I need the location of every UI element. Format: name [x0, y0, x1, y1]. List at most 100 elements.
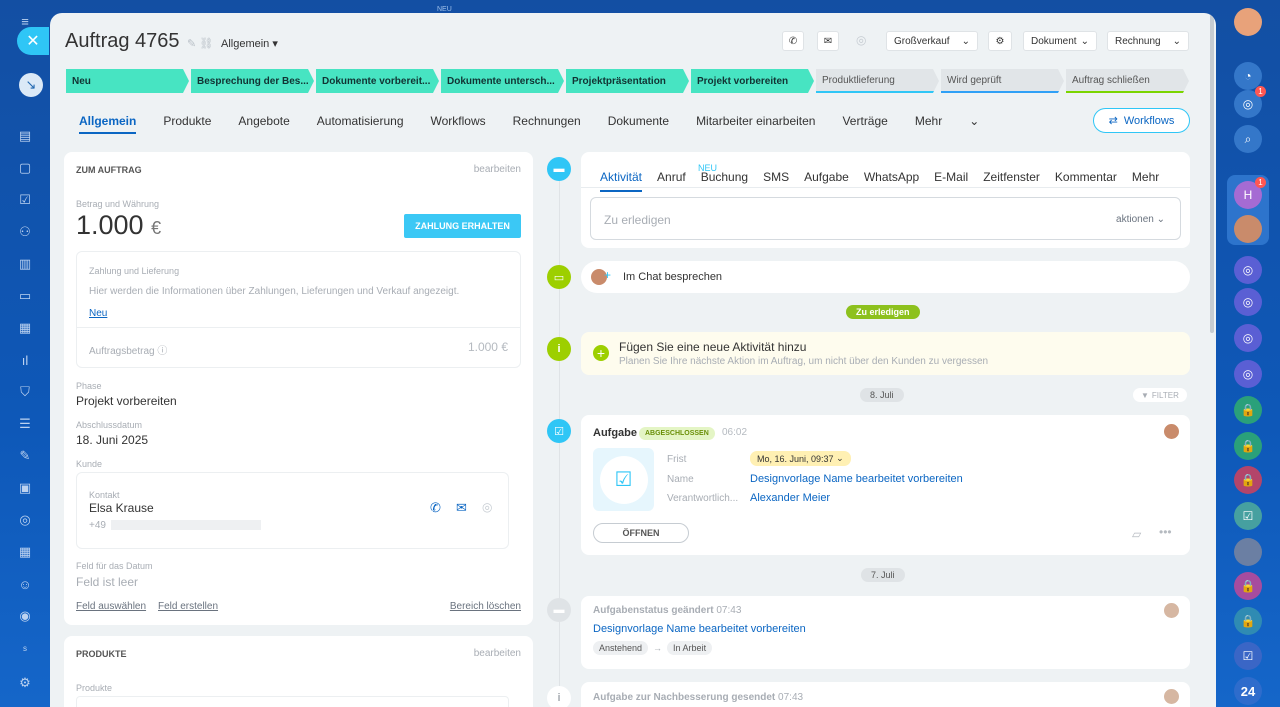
- contact-mail-icon[interactable]: ✉: [456, 500, 467, 516]
- activity-tab-buchung[interactable]: Buchung: [701, 170, 748, 192]
- lock-icon[interactable]: 🔒: [1234, 432, 1262, 460]
- check-icon[interactable]: ☑: [1234, 502, 1262, 530]
- pipeline-select[interactable]: Großverkauf ⌄: [886, 31, 978, 51]
- workflows-button[interactable]: ⇄ Workflows: [1093, 108, 1190, 133]
- phone-icon[interactable]: ✆: [782, 31, 804, 51]
- open-task-button[interactable]: ÖFFNEN: [593, 523, 689, 543]
- scrollbar[interactable]: [1210, 13, 1214, 333]
- robot-icon[interactable]: ☺: [17, 576, 33, 592]
- clear-area-link[interactable]: Bereich löschen: [450, 601, 521, 612]
- document-button[interactable]: Dokument ⌄: [1023, 31, 1097, 51]
- activity-tab-zeitfenster[interactable]: Zeitfenster: [983, 170, 1040, 192]
- channel-icon[interactable]: ◎: [1234, 324, 1262, 352]
- mail-icon[interactable]: ✉: [817, 31, 839, 51]
- more-icon[interactable]: •••: [1159, 525, 1172, 539]
- chat-avatar-h[interactable]: H1: [1234, 177, 1266, 209]
- user-avatar[interactable]: [1234, 8, 1262, 36]
- check-icon[interactable]: ☑: [1234, 642, 1262, 670]
- disk-icon[interactable]: ◎: [17, 512, 33, 528]
- collapse-icon[interactable]: ↘: [19, 73, 43, 97]
- tab-verträge[interactable]: Verträge: [842, 114, 887, 134]
- stage-3[interactable]: Dokumente vorbereit...: [316, 69, 439, 93]
- tab-workflows[interactable]: Workflows: [431, 114, 486, 134]
- status-task-link[interactable]: Designvorlage Name bearbeitet vorbereite…: [593, 623, 806, 635]
- shop-icon[interactable]: ⛉: [17, 384, 33, 400]
- contacts-icon[interactable]: ⚇: [17, 224, 33, 240]
- tab-automatisierung[interactable]: Automatisierung: [317, 114, 404, 134]
- task-name-link[interactable]: Designvorlage Name bearbeitet vorbereite…: [750, 473, 963, 485]
- edit-icon[interactable]: ✎: [17, 448, 33, 464]
- tab-rechnungen[interactable]: Rechnungen: [513, 114, 581, 134]
- tasks-icon[interactable]: ☑: [17, 192, 33, 208]
- actions-dropdown[interactable]: aktionen ⌄: [1116, 214, 1165, 225]
- group-avatar[interactable]: [1234, 538, 1262, 566]
- lock-icon[interactable]: 🔒: [1234, 572, 1262, 600]
- invoice-button[interactable]: Rechnung ⌄: [1107, 31, 1189, 51]
- payment-new-link[interactable]: Neu: [89, 308, 107, 319]
- stage-2[interactable]: Besprechung der Bes...: [191, 69, 314, 93]
- tab-produkte[interactable]: Produkte: [163, 114, 211, 134]
- chat-avatar-2[interactable]: [1234, 215, 1262, 243]
- feed-icon[interactable]: ▤: [17, 128, 33, 144]
- calendar-icon[interactable]: ▦: [17, 544, 33, 560]
- bitrix-logo[interactable]: 24: [1234, 677, 1262, 705]
- filter-button[interactable]: ▼ FILTER: [1133, 388, 1187, 402]
- plus-icon[interactable]: +: [593, 345, 609, 361]
- activity-tab-anruf[interactable]: Anruf: [657, 170, 686, 192]
- tab-mehr[interactable]: Mehr: [915, 114, 942, 134]
- stage-9[interactable]: Auftrag schließen: [1066, 69, 1189, 93]
- activity-tab-sms[interactable]: SMS: [763, 170, 789, 192]
- activity-tab-kommentar[interactable]: Kommentar: [1055, 170, 1117, 192]
- board-icon[interactable]: ▦: [17, 320, 33, 336]
- edit-link[interactable]: bearbeiten: [474, 164, 521, 175]
- products-edit-link[interactable]: bearbeiten: [474, 648, 521, 659]
- activity-tab-whatsapp[interactable]: WhatsApp: [864, 170, 919, 192]
- select-field-link[interactable]: Feld auswählen: [76, 601, 146, 612]
- stage-4[interactable]: Dokumente untersch...: [441, 69, 564, 93]
- lock-icon[interactable]: 🔒: [1234, 607, 1262, 635]
- lock-icon[interactable]: 🔒: [1234, 466, 1262, 494]
- gear-icon[interactable]: ⚙: [988, 31, 1012, 51]
- stage-1[interactable]: Neu: [66, 69, 189, 93]
- tab-dokumente[interactable]: Dokumente: [608, 114, 669, 134]
- activity-tab-aktivität[interactable]: Aktivität: [600, 170, 643, 192]
- contact-name[interactable]: Elsa Krause: [89, 501, 154, 515]
- search-icon[interactable]: ⌕: [1234, 125, 1262, 153]
- drive-icon[interactable]: ▭: [17, 288, 33, 304]
- activity-tab-aufgabe[interactable]: Aufgabe: [804, 170, 849, 192]
- filter-icon[interactable]: ☰: [17, 416, 33, 432]
- tab-angebote[interactable]: Angebote: [238, 114, 289, 134]
- close-slider-button[interactable]: ✕: [17, 27, 49, 55]
- stage-5[interactable]: Projektpräsentation: [566, 69, 689, 93]
- lock-icon[interactable]: 🔒: [1234, 396, 1262, 424]
- responsible-link[interactable]: Alexander Meier: [750, 492, 830, 504]
- activity-tab-e-mail[interactable]: E-Mail: [934, 170, 968, 192]
- channel-icon[interactable]: ◎: [1234, 360, 1262, 388]
- chat-discuss[interactable]: + Im Chat besprechen: [581, 261, 1190, 293]
- activity-tab-mehr[interactable]: Mehr: [1132, 170, 1159, 192]
- products-box[interactable]: [76, 696, 509, 707]
- tab-mitarbeiter-einarbeiten[interactable]: Mitarbeiter einarbeiten: [696, 114, 815, 134]
- target-icon[interactable]: ◉: [17, 608, 33, 624]
- analytics-icon[interactable]: ıl: [17, 352, 33, 368]
- sites-icon[interactable]: s: [17, 640, 33, 656]
- stage-6[interactable]: Projekt vorbereiten: [691, 69, 814, 93]
- category-selector[interactable]: Allgemein ▾: [221, 37, 278, 50]
- card-icon[interactable]: ▣: [17, 480, 33, 496]
- channel-icon[interactable]: ◎: [1234, 256, 1262, 284]
- activity-icon[interactable]: ◎ 1: [1234, 86, 1266, 118]
- settings-icon[interactable]: ⚙: [17, 675, 33, 691]
- tab-allgemein[interactable]: Allgemein: [79, 114, 137, 134]
- documents-icon[interactable]: ▥: [17, 256, 33, 272]
- contact-phone-icon[interactable]: ✆: [430, 500, 441, 516]
- deadline-badge[interactable]: Mo, 16. Juni, 09:37 ⌄: [750, 451, 851, 466]
- receive-payment-button[interactable]: ZAHLUNG ERHALTEN: [404, 214, 521, 238]
- stage-7[interactable]: Produktlieferung: [816, 69, 939, 93]
- channel-icon[interactable]: ◎: [1234, 288, 1262, 316]
- add-activity-card[interactable]: + Fügen Sie eine neue Aktivität hinzu Pl…: [581, 332, 1190, 375]
- note-icon[interactable]: ▱: [1132, 527, 1141, 541]
- todo-input[interactable]: Zu erledigen aktionen ⌄: [590, 197, 1181, 240]
- edit-title-icon[interactable]: ✎ ⛓: [187, 37, 213, 50]
- chat-icon[interactable]: ▢: [17, 160, 33, 176]
- stage-8[interactable]: Wird geprüft: [941, 69, 1064, 93]
